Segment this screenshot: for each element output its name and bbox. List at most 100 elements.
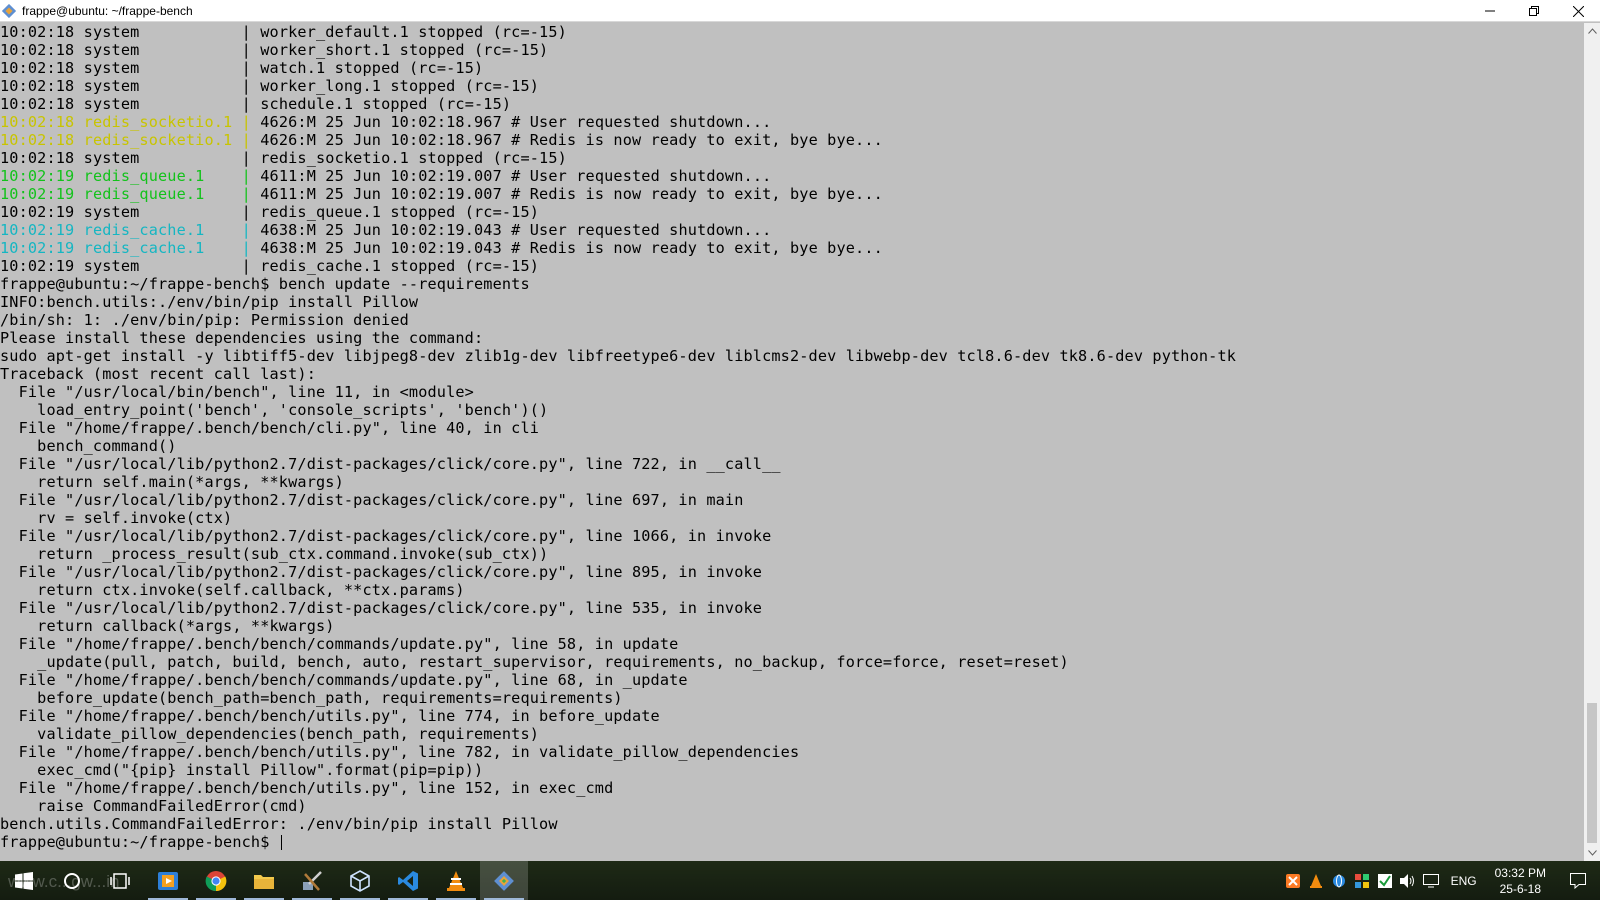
minimize-button[interactable] [1468, 0, 1512, 22]
process-log: 10:02:18 system | worker_default.1 stopp… [0, 23, 1584, 275]
scroll-up-button[interactable] [1584, 23, 1600, 39]
log-timestamp: 10:02:18 [0, 131, 75, 149]
media-app[interactable] [144, 861, 192, 900]
log-timestamp: 10:02:18 [0, 113, 75, 131]
log-message: 4638:M 25 Jun 10:02:19.043 # Redis is no… [260, 239, 883, 257]
output-line: before_update(bench_path=bench_path, req… [0, 689, 623, 707]
text-cursor [280, 835, 282, 850]
log-prefix: 10:02:18 system | [0, 149, 261, 167]
log-message: worker_long.1 stopped (rc=-15) [260, 77, 540, 95]
log-source: system [83, 149, 242, 167]
window-titlebar[interactable]: frappe@ubuntu: ~/frappe-bench [0, 0, 1600, 22]
shell-prompt: frappe@ubuntu:~/frappe-bench$ [0, 833, 279, 851]
output-line: raise CommandFailedError(cmd) [0, 797, 307, 815]
log-timestamp: 10:02:19 [0, 203, 75, 221]
action-center-button[interactable] [1556, 861, 1600, 900]
grid-icon [1355, 873, 1370, 888]
media-icon [158, 871, 178, 890]
network-status-icon[interactable] [1420, 861, 1443, 900]
prompt-line[interactable]: frappe@ubuntu:~/frappe-bench$ [0, 833, 1584, 851]
window-title: frappe@ubuntu: ~/frappe-bench [22, 3, 193, 18]
cube-icon [350, 869, 370, 892]
log-message: redis_queue.1 stopped (rc=-15) [260, 203, 540, 221]
clock[interactable]: 03:32 PM 25-6-18 [1485, 865, 1556, 897]
xampp-icon [1286, 873, 1301, 888]
search-button[interactable] [48, 861, 96, 900]
volume-tray-icon[interactable] [1397, 861, 1420, 900]
file-explorer-app[interactable] [240, 861, 288, 900]
clock-date: 25-6-18 [1499, 881, 1541, 896]
start-button[interactable] [0, 861, 48, 900]
apps-tray-icon[interactable] [1351, 861, 1374, 900]
monitor-icon [1423, 873, 1440, 887]
output-line: _update(pull, patch, build, bench, auto,… [0, 653, 1069, 671]
input-language[interactable]: ENG [1443, 874, 1485, 888]
log-source: system [83, 23, 242, 41]
log-line: 10:02:18 system | watch.1 stopped (rc=-1… [0, 59, 1584, 77]
vscode-icon [398, 870, 418, 891]
log-source: system [83, 95, 242, 113]
log-timestamp: 10:02:19 [0, 221, 75, 239]
log-line: 10:02:19 redis_queue.1 | 4611:M 25 Jun 1… [0, 167, 1584, 185]
search-icon [64, 872, 80, 889]
tools-icon [303, 870, 322, 891]
log-prefix: 10:02:19 system | [0, 203, 261, 221]
terminal-output[interactable]: 10:02:18 system | worker_default.1 stopp… [0, 23, 1584, 861]
vlc-app[interactable] [432, 861, 480, 900]
log-prefix: 10:02:19 redis_queue.1 | [0, 185, 261, 203]
git-icon [2, 3, 18, 19]
output-line: return _process_result(sub_ctx.command.i… [0, 545, 549, 563]
log-timestamp: 10:02:18 [0, 149, 75, 167]
output-line: bench_command() [0, 437, 177, 455]
output-line: INFO:bench.utils:./env/bin/pip install P… [0, 293, 419, 311]
log-source: redis_socketio.1 [83, 113, 242, 131]
clock-time: 03:32 PM [1494, 865, 1546, 880]
output-line: File "/usr/local/bin/bench", line 11, in… [0, 383, 474, 401]
log-prefix: 10:02:18 system | [0, 59, 261, 77]
output-line: return ctx.invoke(self.callback, **ctx.p… [0, 581, 465, 599]
log-source: system [83, 77, 242, 95]
output-line: File "/usr/local/lib/python2.7/dist-pack… [0, 527, 772, 545]
vertical-scrollbar[interactable] [1584, 23, 1600, 861]
git-terminal-app[interactable] [480, 861, 528, 900]
log-timestamp: 10:02:19 [0, 257, 75, 275]
chevron-down-icon [1587, 850, 1597, 856]
task-view-button[interactable] [96, 861, 144, 900]
scroll-down-button[interactable] [1584, 845, 1600, 861]
xampp-tray-icon[interactable] [1282, 861, 1305, 900]
vscode-app[interactable] [384, 861, 432, 900]
shield-check-icon [1378, 873, 1393, 888]
virtualbox-app[interactable] [336, 861, 384, 900]
log-source: system [83, 257, 242, 275]
output-line: /bin/sh: 1: ./env/bin/pip: Permission de… [0, 311, 409, 329]
network-tray-icon[interactable] [1328, 861, 1351, 900]
command-output: frappe@ubuntu:~/frappe-bench$ bench upda… [0, 275, 1584, 833]
log-timestamp: 10:02:18 [0, 23, 75, 41]
log-timestamp: 10:02:18 [0, 41, 75, 59]
log-timestamp: 10:02:18 [0, 77, 75, 95]
vlc-icon [1310, 873, 1323, 888]
log-line: 10:02:19 system | redis_queue.1 stopped … [0, 203, 1584, 221]
output-line: File "/home/frappe/.bench/bench/commands… [0, 671, 688, 689]
log-prefix: 10:02:18 system | [0, 41, 261, 59]
tools-app[interactable] [288, 861, 336, 900]
output-line: return self.main(*args, **kwargs) [0, 473, 344, 491]
log-line: 10:02:18 redis_socketio.1 | 4626:M 25 Ju… [0, 113, 1584, 131]
log-timestamp: 10:02:18 [0, 59, 75, 77]
log-prefix: 10:02:18 system | [0, 23, 261, 41]
scroll-thumb[interactable] [1587, 703, 1597, 843]
minimize-icon [1485, 10, 1495, 12]
log-message: watch.1 stopped (rc=-15) [260, 59, 484, 77]
restore-icon [1529, 6, 1539, 16]
security-tray-icon[interactable] [1374, 861, 1397, 900]
vlc-tray-icon[interactable] [1305, 861, 1328, 900]
output-line: frappe@ubuntu:~/frappe-bench$ bench upda… [0, 275, 530, 293]
log-timestamp: 10:02:18 [0, 95, 75, 113]
chrome-icon [205, 870, 227, 891]
restore-button[interactable] [1512, 0, 1556, 22]
notification-icon [1570, 872, 1586, 889]
log-prefix: 10:02:19 system | [0, 257, 261, 275]
chrome-app[interactable] [192, 861, 240, 900]
log-prefix: 10:02:18 system | [0, 95, 261, 113]
close-button[interactable] [1556, 0, 1600, 22]
